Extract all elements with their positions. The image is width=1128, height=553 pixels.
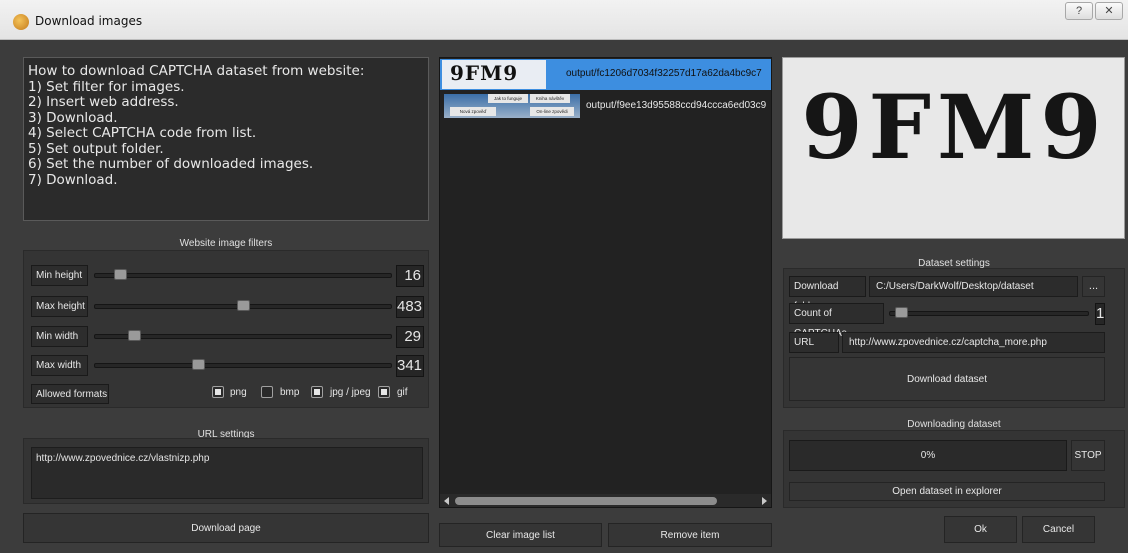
instruction-step: 3) Download. xyxy=(28,109,118,126)
app-icon xyxy=(13,14,29,30)
min-height-label: Min height xyxy=(31,265,88,286)
jpg-checkbox[interactable] xyxy=(311,386,323,398)
list-item-path: output/f9ee13d95588ccd94ccca6ed03c9 xyxy=(586,100,767,111)
filters-title: Website image filters xyxy=(179,238,273,249)
title-bar: Download images ? ✕ xyxy=(0,0,1128,40)
scroll-left-icon[interactable] xyxy=(444,497,449,505)
gif-label: gif xyxy=(397,387,408,398)
min-height-slider-handle[interactable] xyxy=(113,269,127,280)
url-textarea[interactable]: http://www.zpovednice.cz/vlastnizp.php xyxy=(31,447,423,499)
max-width-slider[interactable] xyxy=(94,363,392,368)
url-filter-label: URL filter: xyxy=(789,332,839,368)
downloading-title: Downloading dataset xyxy=(907,419,1001,430)
url-text: http://www.zpovednice.cz/vlastnizp.php xyxy=(36,453,210,464)
min-height-slider[interactable] xyxy=(94,273,392,278)
instruction-step: 2) Insert web address. xyxy=(28,94,179,110)
jpg-label: jpg / jpeg xyxy=(330,387,371,398)
close-button[interactable]: ✕ xyxy=(1095,2,1123,20)
max-width-value: 341 xyxy=(396,355,424,377)
gif-checkbox[interactable] xyxy=(378,386,390,398)
allowed-formats-label: Allowed formats xyxy=(31,384,109,404)
instruction-step: 6) Set the number of downloaded images. xyxy=(28,156,314,172)
progress-bar: 0% xyxy=(789,440,1067,471)
remove-item-button[interactable]: Remove item xyxy=(608,523,772,547)
ok-button[interactable]: Ok xyxy=(944,516,1017,543)
download-folder-button[interactable]: Download folder xyxy=(789,276,866,312)
max-height-value: 483 xyxy=(396,296,424,318)
download-folder-field[interactable]: C:/Users/DarkWolf/Desktop/dataset xyxy=(869,276,1078,297)
count-label: Count of CAPTCHAs xyxy=(789,303,884,339)
min-height-value: 16 xyxy=(396,265,424,287)
download-page-button[interactable]: Download page xyxy=(23,513,429,543)
max-height-label: Max height xyxy=(31,296,88,317)
list-item-selected[interactable]: 9FM9 output/fc1206d7034f32257d17a62da4bc… xyxy=(440,59,771,90)
captcha-preview-text: 9FM9 xyxy=(801,75,1108,179)
instruction-step: 4) Select CAPTCHA code from list. xyxy=(28,125,257,141)
list-item-path: output/fc1206d7034f32257d17a62da4bc9c7 xyxy=(566,68,762,79)
scrollbar-thumb[interactable] xyxy=(455,497,717,505)
png-checkbox[interactable] xyxy=(212,386,224,398)
instruction-step: 1) Set filter for images. xyxy=(28,78,185,95)
stop-button[interactable]: STOP xyxy=(1071,440,1105,471)
min-width-label: Min width xyxy=(31,326,88,347)
list-item[interactable]: Jak to funguje Kniha návštěv Nová zpověď… xyxy=(440,91,771,121)
progress-text: 0% xyxy=(920,450,936,461)
max-width-slider-handle[interactable] xyxy=(192,359,206,370)
open-dataset-button[interactable]: Open dataset in explorer xyxy=(789,482,1105,501)
instruction-step: 5) Set output folder. xyxy=(28,140,164,157)
cancel-button[interactable]: Cancel xyxy=(1022,516,1095,543)
scroll-right-icon[interactable] xyxy=(762,497,767,505)
bmp-label: bmp xyxy=(280,387,300,398)
download-dataset-button[interactable]: Download dataset xyxy=(789,357,1105,401)
image-list[interactable]: 9FM9 output/fc1206d7034f32257d17a62da4bc… xyxy=(439,57,772,508)
horizontal-scrollbar[interactable] xyxy=(440,494,771,507)
clear-image-list-button[interactable]: Clear image list xyxy=(439,523,602,547)
instruction-step: 7) Download. xyxy=(28,171,118,188)
max-width-label: Max width xyxy=(31,355,88,376)
bmp-checkbox[interactable] xyxy=(261,386,273,398)
count-slider[interactable] xyxy=(889,311,1089,316)
count-value: 1 xyxy=(1095,303,1105,325)
png-label: png xyxy=(230,387,247,398)
captcha-thumbnail: 9FM9 xyxy=(442,60,546,89)
instructions-heading: How to download CAPTCHA dataset from web… xyxy=(28,63,365,79)
min-width-slider-handle[interactable] xyxy=(127,330,141,341)
max-height-slider-handle[interactable] xyxy=(236,300,250,311)
instructions-box: How to download CAPTCHA dataset from web… xyxy=(23,57,429,221)
banner-thumbnail: Jak to funguje Kniha návštěv Nová zpověď… xyxy=(444,94,580,118)
browse-button[interactable]: ... xyxy=(1082,276,1105,297)
url-filter-field[interactable]: http://www.zpovednice.cz/captcha_more.ph… xyxy=(842,332,1105,353)
help-button[interactable]: ? xyxy=(1065,2,1093,20)
count-slider-handle[interactable] xyxy=(895,307,908,318)
captcha-preview: 9FM9 xyxy=(782,57,1125,239)
min-width-value: 29 xyxy=(396,326,424,348)
window-title: Download images xyxy=(35,14,143,28)
